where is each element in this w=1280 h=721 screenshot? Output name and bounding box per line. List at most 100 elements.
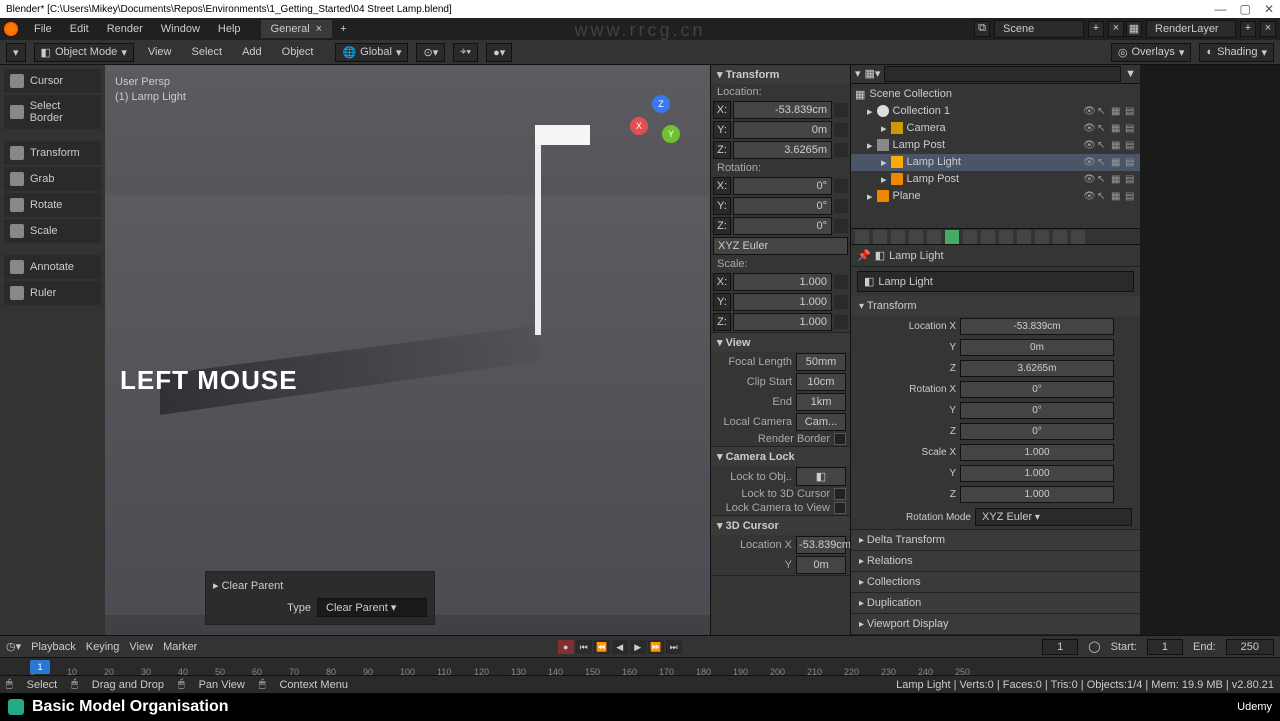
menu-window[interactable]: Window bbox=[153, 21, 208, 37]
editor-type-dropdown[interactable]: ▾ bbox=[6, 43, 26, 62]
lock-icon[interactable] bbox=[834, 275, 848, 289]
jump-start-icon[interactable]: ⏮ bbox=[576, 640, 592, 654]
keyframe-next-icon[interactable]: ⏩ bbox=[648, 640, 664, 654]
tool-grab[interactable]: Grab bbox=[4, 167, 101, 191]
redo-panel-title[interactable]: ▸ Clear Parent bbox=[210, 576, 430, 595]
localcam-field[interactable]: Cam... bbox=[796, 413, 846, 431]
keyframe-prev-icon[interactable]: ⏪ bbox=[594, 640, 610, 654]
lock-icon[interactable] bbox=[834, 295, 848, 309]
render-icon[interactable]: ▤ bbox=[1125, 140, 1136, 151]
render-icon[interactable]: ▤ bbox=[1125, 157, 1136, 168]
menu-file[interactable]: File bbox=[26, 21, 60, 37]
menu-render[interactable]: Render bbox=[99, 21, 151, 37]
eye-icon[interactable]: 👁 bbox=[1083, 174, 1094, 185]
prop-tab-world[interactable] bbox=[927, 230, 941, 244]
3d-viewport[interactable]: User Persp (1) Lamp Light Z X Y LEFT MOU… bbox=[105, 65, 710, 635]
focal-field[interactable]: 50mm bbox=[796, 353, 846, 371]
scl-x[interactable]: 1.000 bbox=[733, 273, 832, 291]
eye-icon[interactable]: 👁 bbox=[1083, 140, 1094, 151]
prop-tab-scene[interactable] bbox=[909, 230, 923, 244]
eye-icon[interactable]: 👁 bbox=[1083, 106, 1094, 117]
p-rotmode-dropdown[interactable]: XYZ Euler ▾ bbox=[975, 508, 1132, 526]
prop-relations-header[interactable]: ▸ Relations bbox=[851, 551, 1140, 571]
prop-tab-material[interactable] bbox=[1053, 230, 1067, 244]
lock-icon[interactable] bbox=[834, 199, 848, 213]
locktoobj-field[interactable]: ◧ bbox=[796, 467, 846, 486]
type-dropdown[interactable]: Clear Parent ▾ bbox=[317, 598, 427, 617]
p-scl-x[interactable]: 1.000 bbox=[960, 444, 1114, 461]
outliner-type-icon[interactable]: ▾ bbox=[855, 67, 861, 80]
grid-icon[interactable]: ▦ bbox=[1111, 140, 1122, 151]
tl-marker[interactable]: Marker bbox=[163, 641, 197, 653]
cursor-icon[interactable]: ↖ bbox=[1097, 140, 1108, 151]
prop-tab-output[interactable] bbox=[873, 230, 887, 244]
tl-playback[interactable]: Playback bbox=[31, 641, 76, 653]
prop-tab-particle[interactable] bbox=[981, 230, 995, 244]
lock-icon[interactable] bbox=[834, 123, 848, 137]
renderborder-check[interactable] bbox=[834, 433, 846, 445]
lock-icon[interactable] bbox=[1118, 383, 1132, 397]
lock-icon[interactable] bbox=[1118, 425, 1132, 439]
axis-gizmo[interactable]: Z X Y bbox=[630, 95, 690, 155]
outliner-item[interactable]: ▸Lamp Light👁↖▦▤ bbox=[851, 154, 1140, 171]
prop-viewport-header[interactable]: ▸ Viewport Display bbox=[851, 614, 1140, 634]
eye-icon[interactable]: 👁 bbox=[1083, 191, 1094, 202]
prop-duplication-header[interactable]: ▸ Duplication bbox=[851, 593, 1140, 613]
rot-x[interactable]: 0° bbox=[733, 177, 832, 195]
overlays-dropdown[interactable]: ◎ Overlays▾ bbox=[1111, 43, 1192, 62]
p-scl-y[interactable]: 1.000 bbox=[960, 465, 1114, 482]
lock-icon[interactable] bbox=[1118, 320, 1132, 334]
grid-icon[interactable]: ▦ bbox=[1111, 174, 1122, 185]
lock-icon[interactable] bbox=[1118, 362, 1132, 376]
p-loc-y[interactable]: 0m bbox=[960, 339, 1114, 356]
p-loc-z[interactable]: 3.6265m bbox=[960, 360, 1114, 377]
prop-tab-render[interactable] bbox=[855, 230, 869, 244]
clipend-field[interactable]: 1km bbox=[796, 393, 846, 411]
tool-rotate[interactable]: Rotate bbox=[4, 193, 101, 217]
outliner-item[interactable]: ▸Collection 1👁↖▦▤ bbox=[851, 103, 1140, 120]
clipstart-field[interactable]: 10cm bbox=[796, 373, 846, 391]
loc-x[interactable]: -53.839cm bbox=[733, 101, 832, 119]
rot-z[interactable]: 0° bbox=[733, 217, 832, 235]
p-rot-y[interactable]: 0° bbox=[960, 402, 1114, 419]
axis-x-icon[interactable]: X bbox=[630, 117, 648, 135]
outliner-item[interactable]: ▸Lamp Post👁↖▦▤ bbox=[851, 137, 1140, 154]
sync-icon[interactable]: ◯ bbox=[1088, 640, 1100, 653]
cursor-icon[interactable]: ↖ bbox=[1097, 157, 1108, 168]
scene-del-icon[interactable]: × bbox=[1108, 21, 1124, 37]
timeline-cursor[interactable]: 1 bbox=[30, 660, 50, 674]
scl-z[interactable]: 1.000 bbox=[733, 313, 832, 331]
tl-keying[interactable]: Keying bbox=[86, 641, 120, 653]
maximize-icon[interactable]: ▢ bbox=[1240, 2, 1251, 16]
prop-tab-texture[interactable] bbox=[1071, 230, 1085, 244]
tool-annotate[interactable]: Annotate bbox=[4, 255, 101, 279]
tool-cursor[interactable]: Cursor bbox=[4, 69, 101, 93]
jump-end-icon[interactable]: ⏭ bbox=[666, 640, 682, 654]
cursor-icon[interactable]: ↖ bbox=[1097, 123, 1108, 134]
cursor-icon[interactable]: ↖ bbox=[1097, 191, 1108, 202]
start-frame[interactable]: 1 bbox=[1147, 639, 1183, 655]
menu-edit[interactable]: Edit bbox=[62, 21, 97, 37]
minimize-icon[interactable]: — bbox=[1214, 2, 1226, 16]
scene-icon[interactable]: ⧉ bbox=[974, 21, 990, 37]
hdr-select[interactable]: Select bbox=[186, 44, 229, 60]
p-scl-z[interactable]: 1.000 bbox=[960, 486, 1114, 503]
render-icon[interactable]: ▤ bbox=[1125, 106, 1136, 117]
orientation-dropdown[interactable]: 🌐 Global▾ bbox=[335, 43, 408, 62]
prop-collections-header[interactable]: ▸ Collections bbox=[851, 572, 1140, 592]
end-frame[interactable]: 250 bbox=[1226, 639, 1274, 655]
timeline-ruler[interactable]: 0102030405060708090100110120130140150160… bbox=[0, 657, 1280, 675]
autokey-icon[interactable]: ● bbox=[558, 640, 574, 654]
loc-z[interactable]: 3.6265m bbox=[733, 141, 832, 159]
grid-icon[interactable]: ▦ bbox=[1111, 123, 1122, 134]
tool-ruler[interactable]: Ruler bbox=[4, 281, 101, 305]
close-tab-icon[interactable]: × bbox=[316, 23, 322, 35]
lock-icon[interactable] bbox=[834, 143, 848, 157]
eye-icon[interactable]: 👁 bbox=[1083, 157, 1094, 168]
layer-icon[interactable]: ▦ bbox=[1126, 21, 1142, 37]
lock-icon[interactable] bbox=[1118, 488, 1132, 502]
prop-tab-object[interactable] bbox=[945, 230, 959, 244]
outliner-search[interactable] bbox=[884, 66, 1121, 82]
outliner-mode-icon[interactable]: ▦▾ bbox=[865, 67, 881, 80]
rotmode-dropdown[interactable]: XYZ Euler bbox=[713, 237, 848, 255]
